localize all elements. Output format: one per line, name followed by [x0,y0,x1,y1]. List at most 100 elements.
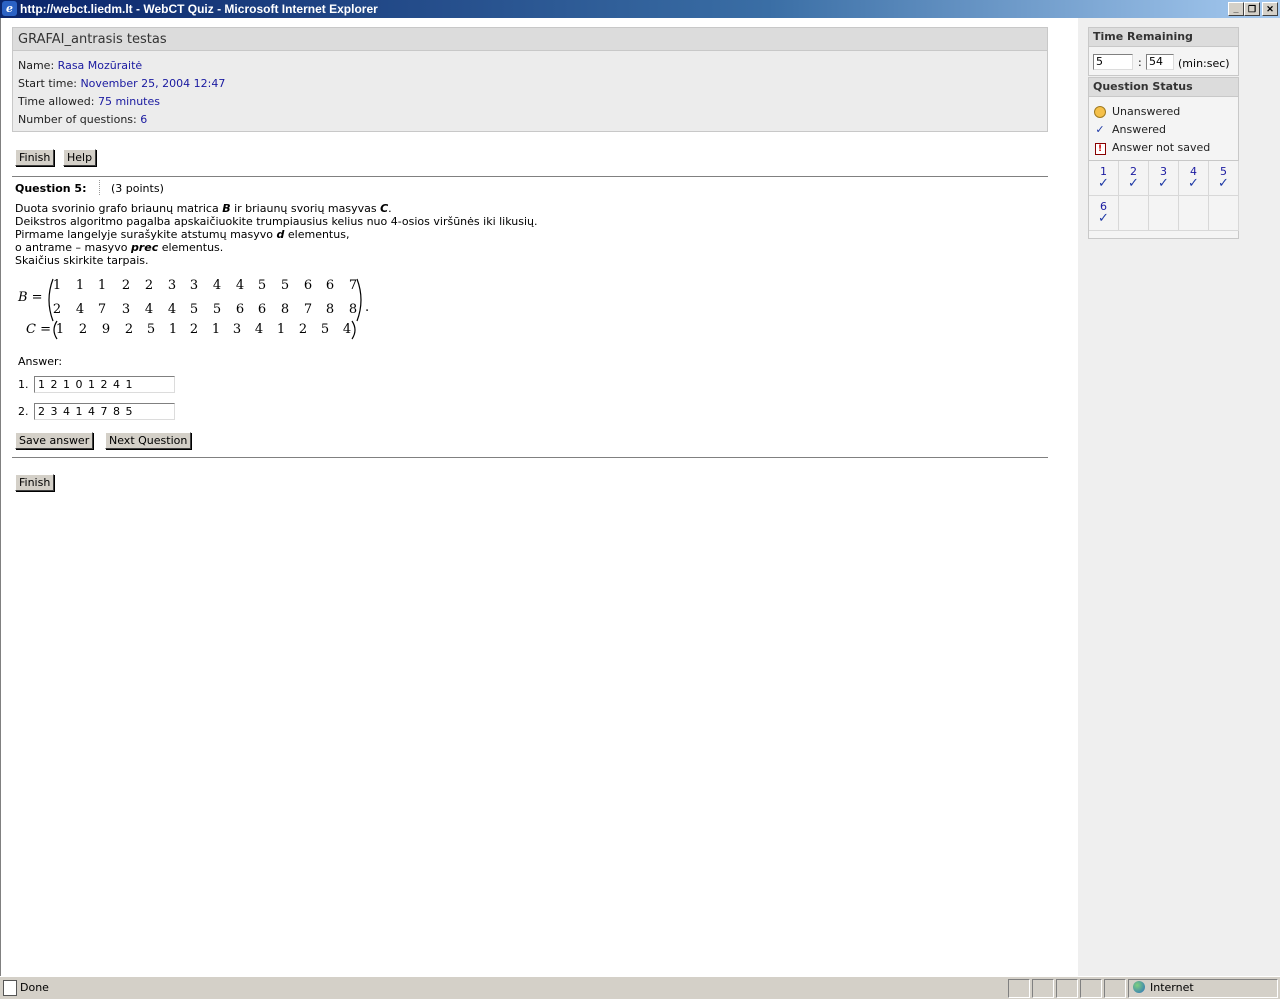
legend-answered-label: Answered [1112,123,1167,136]
matrix-b-row-1-cell: 2 [144,278,154,293]
answered-check-icon: ✓ [1098,211,1109,226]
restore-button[interactable]: ❐ [1244,2,1260,16]
window-title: http://webct.liedm.lt - WebCT Quiz - Mic… [20,2,378,16]
page-icon [3,980,17,996]
matrix-b-row-1-cell: 1 [52,278,62,293]
question-text-line-2: Deikstros algoritmo pagalba apskaičiuoki… [15,215,538,228]
array-prec-ref: prec [130,241,159,254]
matrix-b-row-2-cell: 8 [325,302,335,317]
answered-check-icon: ✓ [1188,176,1199,191]
next-question-button[interactable]: Next Question [105,432,192,449]
legend-answered: ✓ Answered [1094,123,1166,136]
text-fragment: Pirmame langelyje surašykite atstumų mas… [15,228,277,241]
answered-check-icon: ✓ [1158,176,1169,191]
matrix-c-cell: 5 [320,322,330,337]
question-status-cell-1[interactable]: 1 ✓ [1089,161,1119,196]
question-status-heading: Question Status [1089,78,1238,97]
matrix-b-row-2-cell: 6 [257,302,267,317]
matrix-c-cell: 3 [232,322,242,337]
info-question-count: Number of questions: 6 [18,113,147,126]
timer-unit: (min:sec) [1178,57,1230,70]
matrix-b-row-2-cell: 5 [212,302,222,317]
start-time-label: Start time: [18,77,77,90]
legend-not-saved: ! Answer not saved [1094,141,1210,155]
question-status-cell-6[interactable]: 6 ✓ [1089,196,1119,231]
answered-check-icon: ✓ [1218,176,1229,191]
matrix-b-row-1-cell: 5 [257,278,267,293]
quiz-title-bar: GRAFAI_antrasis testas [13,28,1047,51]
quiz-title: GRAFAI_antrasis testas [18,32,167,47]
matrix-b-row-2-cell: 4 [167,302,177,317]
info-name: Name: Rasa Mozūraitė [18,59,142,72]
matrix-c-cell: 4 [254,322,264,337]
start-time-value: November 25, 2004 12:47 [80,77,226,90]
window-titlebar: e http://webct.liedm.lt - WebCT Quiz - M… [0,0,1280,18]
help-button[interactable]: Help [63,149,97,166]
question-status-cell-4[interactable]: 4 ✓ [1179,161,1209,196]
matrix-b-row-2-cell: 3 [121,302,131,317]
matrix-b-row-1-cell: 2 [121,278,131,293]
question-points: (3 points) [111,182,164,195]
timer-minutes-field: 5 [1093,54,1133,70]
answered-check-icon: ✓ [1128,176,1139,191]
timer-seconds-field: 54 [1146,54,1174,70]
matrix-b-row-1-cell: 3 [189,278,199,293]
matrix-b-row-1-cell: 6 [325,278,335,293]
matrix-b-row-2-cell: 5 [189,302,199,317]
question-heading: Question 5: [15,182,87,195]
minimize-button[interactable]: _ [1228,2,1244,16]
not-saved-warning-icon: ! [1094,143,1106,155]
time-remaining-heading: Time Remaining [1089,28,1238,47]
internet-globe-icon [1133,981,1145,993]
question-status-cell-3[interactable]: 3 ✓ [1149,161,1179,196]
divider-bottom [12,457,1048,458]
question-status-cell-5[interactable]: 5 ✓ [1209,161,1239,196]
matrix-b-row-2-cell: 8 [348,302,358,317]
matrix-c-cell: 4 [342,322,352,337]
question-status-empty-cell [1179,196,1209,231]
answer-1-input[interactable]: 1 2 1 0 1 2 4 1 [34,376,175,393]
matrix-b-period: . [365,300,370,315]
matrix-b-row-1-cell: 1 [97,278,107,293]
matrix-b-row-1-cell: 3 [167,278,177,293]
question-count-value: 6 [140,113,148,126]
question-text-line-4: o antrame – masyvo prec elementus. [15,241,223,254]
quiz-info-box: GRAFAI_antrasis testas Name: Rasa Mozūra… [12,27,1048,132]
info-time-allowed: Time allowed: 75 minutes [18,95,160,108]
window-border [0,18,1,976]
text-fragment: o antrame – masyvo [15,241,131,254]
matrix-b-row-1-cell: 7 [348,278,358,293]
question-status-cell-2[interactable]: 2 ✓ [1119,161,1149,196]
question-text-line-1: Duota svorinio grafo briaunų matrica B i… [15,202,392,215]
text-fragment: Duota svorinio grafo briaunų matrica [15,202,223,215]
text-fragment: ir briaunų svorių masyvas [230,202,381,215]
question-status-grid: 1 ✓ 2 ✓ 3 ✓ 4 ✓ 5 ✓ 6 ✓ [1089,161,1239,231]
matrix-b-row-2-cell: 2 [52,302,62,317]
question-status-empty-cell [1209,196,1239,231]
answer-1-number: 1. [18,378,29,391]
matrix-b-row-2-cell: 4 [144,302,154,317]
array-c-ref: C [380,202,389,215]
timer-colon: : [1138,56,1142,69]
name-label: Name: [18,59,55,72]
zone-label: Internet [1150,981,1194,994]
matrix-c-cell: 1 [276,322,286,337]
legend-not-saved-label: Answer not saved [1112,141,1211,154]
matrix-b-ref: B [222,202,231,215]
answered-check-icon: ✓ [1098,176,1109,191]
finish-button-bottom[interactable]: Finish [15,474,55,491]
matrix-c-cell: 5 [146,322,156,337]
legend-unanswered-label: Unanswered [1112,105,1181,118]
answer-2-input[interactable]: 2 3 4 1 4 7 8 5 [34,403,175,420]
finish-button-top[interactable]: Finish [15,149,55,166]
matrix-c-cell: 9 [101,322,111,337]
question-status-empty-cell [1119,196,1149,231]
status-cell [1104,979,1126,998]
matrix-b-row-1-cell: 4 [212,278,222,293]
question-text-line-5: Skaičius skirkite tarpais. [15,254,149,267]
matrix-c-cell: 2 [189,322,199,337]
close-button[interactable]: ✕ [1262,2,1278,16]
text-fragment: . [388,202,392,215]
save-answer-button[interactable]: Save answer [15,432,94,449]
info-start-time: Start time: November 25, 2004 12:47 [18,77,225,90]
